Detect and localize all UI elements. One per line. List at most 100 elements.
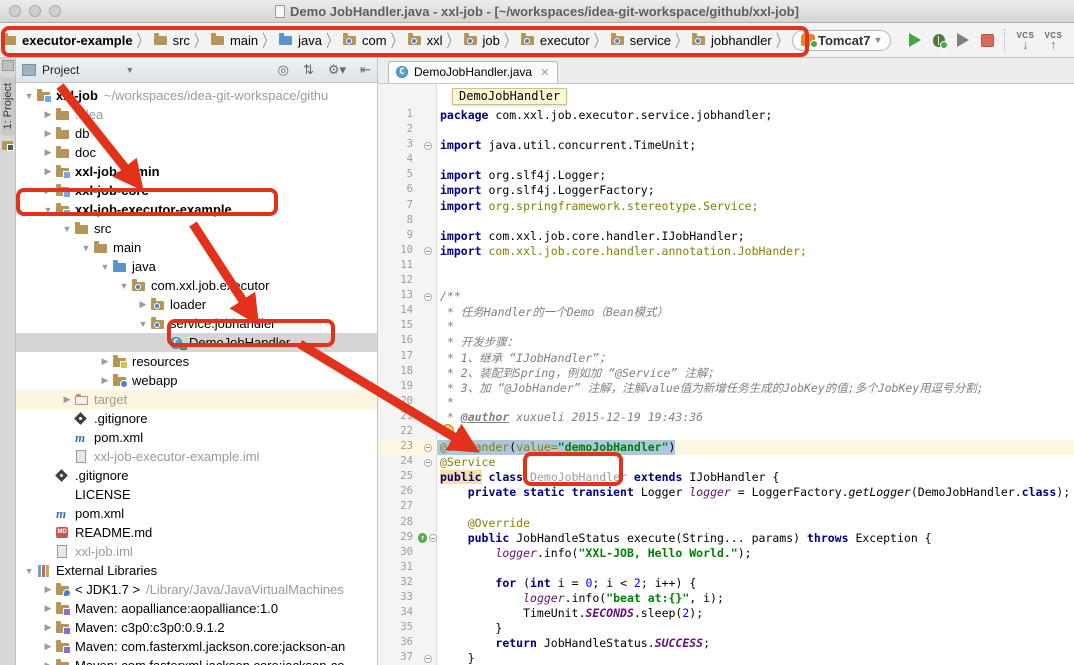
tree-item-demojobhandler[interactable]: CDemoJobHandler	[16, 333, 377, 352]
sidebar-item-project[interactable]: 1: Project	[1, 77, 15, 135]
tree-toggle-icon[interactable]: ▶	[41, 641, 55, 652]
tree-toggle-icon[interactable]: ▶	[41, 584, 55, 595]
tree-item-resources[interactable]: ▶resources	[16, 352, 377, 371]
tree-item-label: db	[75, 126, 89, 141]
close-tab-icon[interactable]: ✕	[540, 66, 549, 79]
fold-marker-icon[interactable]	[424, 459, 432, 467]
tree-toggle-icon[interactable]: ▶	[41, 603, 55, 614]
tree-toggle-icon[interactable]: ▶	[60, 394, 74, 405]
override-method-icon[interactable]: ↑	[418, 533, 427, 543]
breadcrumb-item-java[interactable]: java	[278, 33, 322, 48]
breadcrumb-item-jobhandler[interactable]: jobhandler	[691, 33, 772, 48]
tree-toggle-icon[interactable]: ▶	[98, 356, 112, 367]
editor-tab-bar: C DemoJobHandler.java ✕	[378, 58, 1074, 84]
tree-toggle-icon[interactable]: ▼	[117, 281, 131, 291]
tree-toggle-icon[interactable]: ▶	[41, 147, 55, 158]
close-window-icon[interactable]	[9, 5, 21, 17]
editor-area[interactable]: C DemoJobHandler.java ✕ DemoJobHandler 1…	[378, 58, 1074, 665]
intention-bulb-icon[interactable]	[441, 424, 454, 437]
tree-toggle-icon[interactable]: ▶	[41, 185, 55, 196]
vcs-update-button[interactable]: VCS ↓	[1011, 31, 1039, 49]
tree-item-db[interactable]: ▶ db	[16, 124, 377, 143]
tree-toggle-icon[interactable]: ▶	[41, 622, 55, 633]
coverage-button[interactable]	[951, 28, 975, 52]
hide-panel-button[interactable]: ⇤	[360, 62, 371, 78]
code-line-26: 26 private static transient Logger logge…	[378, 485, 1074, 500]
run-configuration-select[interactable]: Tomcat7 ▼	[792, 30, 891, 51]
tree-toggle-icon[interactable]: ▶	[136, 299, 150, 310]
tree-item-xxl-job-admin[interactable]: ▶xxl-job-admin	[16, 162, 377, 181]
tree-item-src[interactable]: ▼src	[16, 219, 377, 238]
minimize-window-icon[interactable]	[29, 5, 41, 17]
tree-item--gitignore[interactable]: .gitignore	[16, 409, 377, 428]
code-editor[interactable]: DemoJobHandler 1package com.xxl.job.exec…	[378, 84, 1074, 665]
tree-item-com-xxl-job-executor[interactable]: ▼com.xxl.job.executor	[16, 276, 377, 295]
breadcrumb-item-xxl[interactable]: xxl	[407, 33, 443, 48]
tab-demojobhandler[interactable]: C DemoJobHandler.java ✕	[388, 61, 558, 83]
tree-item-xxl-job[interactable]: ▼xxl-job ~/workspaces/idea-git-workspace…	[16, 86, 377, 105]
tree-item-external-libraries[interactable]: ▼External Libraries	[16, 561, 377, 580]
module-file-icon	[74, 450, 90, 464]
fold-marker-icon[interactable]	[429, 534, 437, 542]
zoom-window-icon[interactable]	[49, 5, 61, 17]
fold-marker-icon[interactable]	[424, 142, 432, 150]
tree-toggle-icon[interactable]: ▶	[41, 128, 55, 139]
breadcrumb-item-src[interactable]: src	[153, 33, 190, 48]
traffic-lights	[9, 5, 61, 17]
breadcrumb-item-main[interactable]: main	[210, 33, 258, 48]
fold-marker-icon[interactable]	[424, 655, 432, 663]
tree-item-java[interactable]: ▼java	[16, 257, 377, 276]
tree-item-maven-com-fasterxml-jackson-core-jackson-an[interactable]: ▶Maven: com.fasterxml.jackson.core:jacks…	[16, 637, 377, 656]
excluded-folder-icon	[74, 393, 90, 407]
tree-item--idea[interactable]: ▶.idea	[16, 105, 377, 124]
stop-icon	[981, 34, 994, 47]
tree-item-pom-xml[interactable]: mpom.xml	[16, 504, 377, 523]
chevron-down-icon[interactable]: ▼	[125, 65, 134, 75]
breadcrumb-item-executor-example[interactable]: executor-example	[2, 33, 133, 48]
tree-toggle-icon[interactable]: ▶	[98, 375, 112, 386]
tree-toggle-icon[interactable]: ▶	[41, 166, 55, 177]
settings-gear-icon[interactable]: ⚙▾	[328, 62, 346, 78]
fold-marker-icon[interactable]	[424, 293, 432, 301]
tree-item-xxl-job-executor-example[interactable]: ▼xxl-job-executor-example	[16, 200, 377, 219]
tree-item-maven-aopalliance-aopalliance-1-0[interactable]: ▶Maven: aopalliance:aopalliance:1.0	[16, 599, 377, 618]
stop-button[interactable]	[975, 28, 999, 52]
vcs-commit-button[interactable]: VCS ↑	[1039, 31, 1067, 49]
tree-toggle-icon[interactable]: ▶	[41, 109, 55, 120]
tree-item-service-jobhandler[interactable]: ▼service.jobhandler	[16, 314, 377, 333]
tree-item-xxl-job-core[interactable]: ▶xxl-job-core	[16, 181, 377, 200]
breadcrumb-item-com[interactable]: com	[342, 33, 387, 48]
fold-marker-icon[interactable]	[424, 444, 432, 452]
locate-file-button[interactable]: ◎	[278, 62, 289, 78]
tree-item-readme-md[interactable]: MDREADME.md	[16, 523, 377, 542]
tree-toggle-icon[interactable]: ▼	[22, 91, 36, 101]
collapse-all-button[interactable]: ⇅	[303, 62, 314, 78]
run-button[interactable]	[903, 28, 927, 52]
tree-toggle-icon[interactable]: ▶	[41, 660, 55, 665]
breadcrumb-item-executor[interactable]: executor	[520, 33, 590, 48]
breadcrumb-item-job[interactable]: job	[463, 33, 500, 48]
tree-item-target[interactable]: ▶target	[16, 390, 377, 409]
fold-marker-icon[interactable]	[424, 247, 432, 255]
tree-toggle-icon[interactable]: ▼	[22, 566, 36, 576]
tree-toggle-icon[interactable]: ▼	[60, 224, 74, 234]
tree-item-main[interactable]: ▼main	[16, 238, 377, 257]
tree-item-loader[interactable]: ▶loader	[16, 295, 377, 314]
breadcrumb-item-service[interactable]: service	[610, 33, 671, 48]
tree-item--jdk1-7-[interactable]: ▶< JDK1.7 > /Library/Java/JavaVirtualMac…	[16, 580, 377, 599]
tree-item--gitignore[interactable]: .gitignore	[16, 466, 377, 485]
tree-item-xxl-job-executor-example-iml[interactable]: xxl-job-executor-example.iml	[16, 447, 377, 466]
tree-item-pom-xml[interactable]: mpom.xml	[16, 428, 377, 447]
tree-item-doc[interactable]: ▶doc	[16, 143, 377, 162]
tree-toggle-icon[interactable]: ▼	[41, 205, 55, 215]
tree-toggle-icon[interactable]: ▼	[98, 262, 112, 272]
tree-item-xxl-job-iml[interactable]: xxl-job.iml	[16, 542, 377, 561]
tree-item-license[interactable]: LICENSE	[16, 485, 377, 504]
tree-item-webapp[interactable]: ▶webapp	[16, 371, 377, 390]
tree-item-maven-c3p0-c3p0-0-9-1-2[interactable]: ▶Maven: c3p0:c3p0:0.9.1.2	[16, 618, 377, 637]
gutter: ↑	[418, 531, 437, 546]
debug-button[interactable]	[927, 28, 951, 52]
tree-toggle-icon[interactable]: ▼	[136, 319, 150, 329]
tree-item-maven-com-fasterxml-jackson-core-jackson-co[interactable]: ▶Maven: com.fasterxml.jackson.core:jacks…	[16, 656, 377, 665]
tree-toggle-icon[interactable]: ▼	[79, 243, 93, 253]
